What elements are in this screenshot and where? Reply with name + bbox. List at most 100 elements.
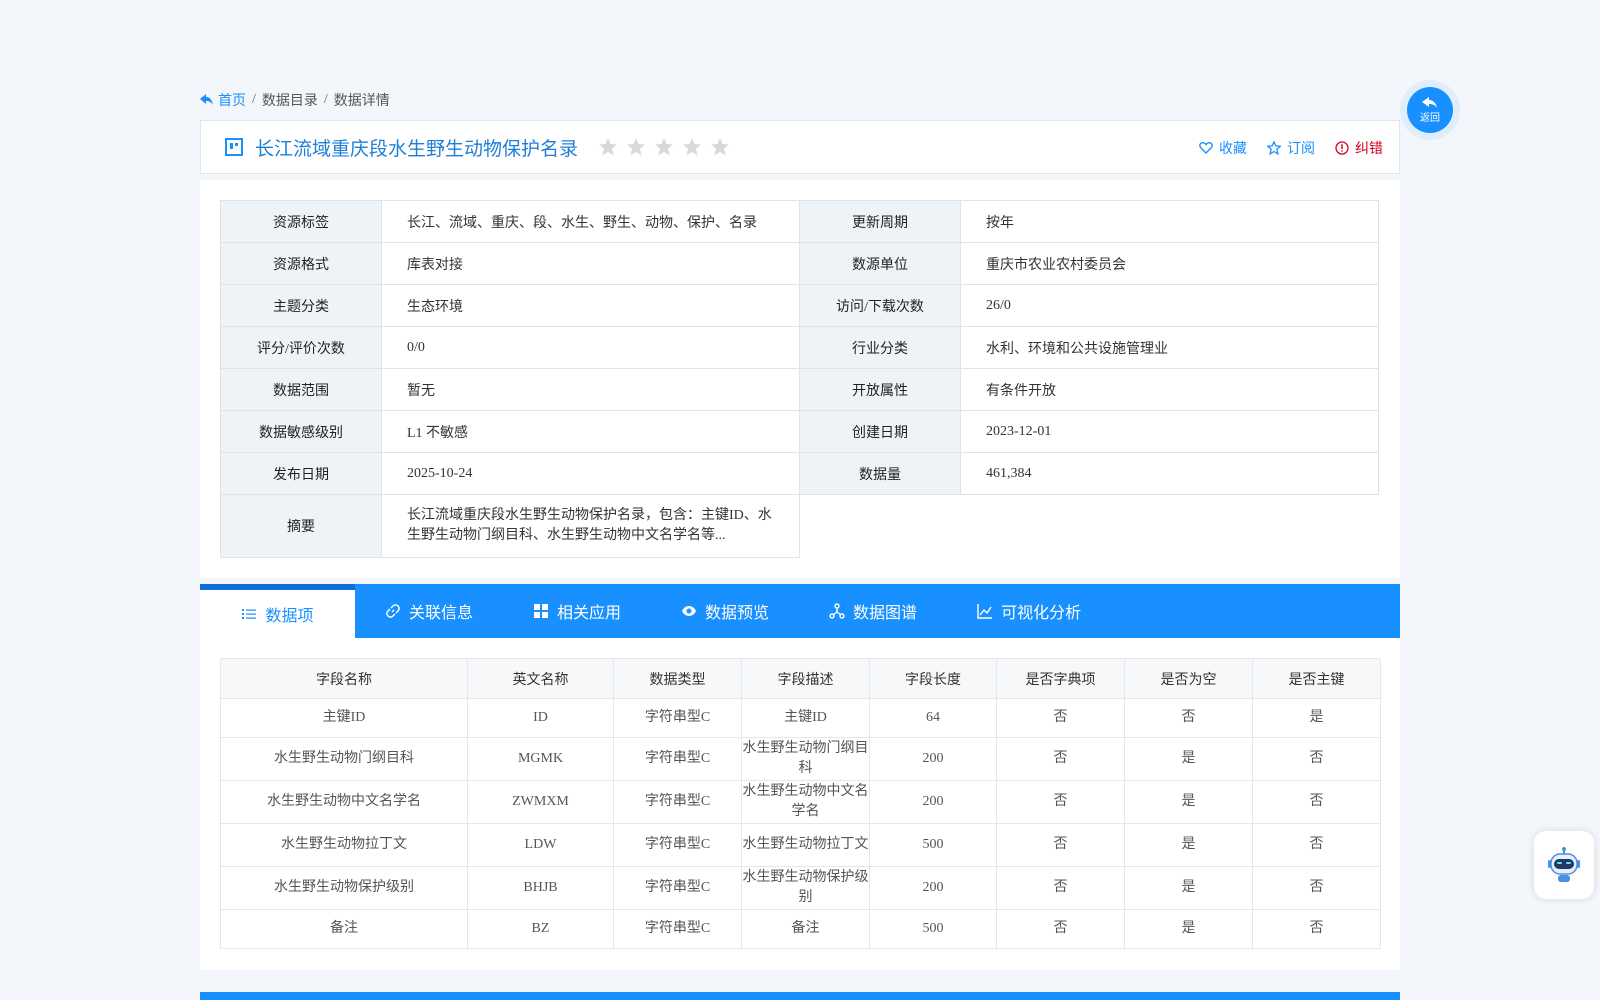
fields-table: 字段名称 英文名称 数据类型 字段描述 字段长度 是否字典项 是否为空 是否主键… [220, 658, 1381, 949]
table-cell: 否 [996, 866, 1125, 910]
back-button-inner: 返回 [1407, 87, 1453, 133]
star-icon[interactable] [598, 137, 618, 157]
tab-visual-analysis[interactable]: 可视化分析 [947, 584, 1111, 638]
column-header: 数据类型 [613, 658, 742, 699]
favorite-button[interactable]: 收藏 [1199, 138, 1247, 158]
info-value: 26/0 [960, 284, 1379, 327]
table-cell: BHJB [467, 866, 614, 910]
robot-icon [1548, 847, 1580, 882]
table-cell: 否 [996, 909, 1125, 949]
info-value: 2025-10-24 [381, 452, 800, 495]
chat-assistant-button[interactable] [1534, 831, 1594, 899]
column-header: 字段描述 [741, 658, 870, 699]
table-cell: 是 [1124, 737, 1253, 781]
table-cell: 字符串型C [613, 866, 742, 910]
list-icon [242, 609, 257, 619]
table-cell: 200 [869, 780, 997, 824]
back-label: 返回 [1420, 112, 1440, 124]
grid-icon [534, 604, 549, 618]
table-cell: 水生野生动物保护级别 [741, 866, 870, 910]
table-cell: 否 [1252, 737, 1381, 781]
info-key: 主题分类 [220, 284, 382, 327]
info-row: 主题分类 生态环境 访问/下载次数 26/0 [220, 284, 1379, 327]
tab-bar: 数据项 关联信息 相关应用 数据预览 数据图谱 可视化分析 [200, 584, 1400, 638]
table-cell: 64 [869, 698, 997, 738]
tab-label: 关联信息 [409, 605, 474, 622]
table-cell: 字符串型C [613, 780, 742, 824]
info-key: 数据量 [799, 452, 961, 495]
info-value: 水利、环境和公共设施管理业 [960, 326, 1379, 369]
table-cell: 否 [996, 780, 1125, 824]
line-chart-icon [977, 604, 993, 619]
table-cell: 字符串型C [613, 909, 742, 949]
table-cell: 否 [1252, 866, 1381, 910]
column-header: 英文名称 [467, 658, 614, 699]
info-key: 资源标签 [220, 200, 382, 243]
abstract-key: 摘要 [220, 494, 382, 558]
info-key: 创建日期 [799, 410, 961, 453]
tab-label: 数据预览 [705, 605, 770, 622]
table-cell: LDW [467, 823, 614, 867]
table-cell: 否 [996, 698, 1125, 738]
tab-related-apps[interactable]: 相关应用 [503, 584, 651, 638]
table-cell: 水生野生动物中文名学名 [741, 780, 870, 824]
table-cell: 200 [869, 737, 997, 781]
info-value: 0/0 [381, 326, 800, 369]
column-header: 字段长度 [869, 658, 997, 699]
bottom-tab-bar [200, 992, 1400, 1000]
info-value: 有条件开放 [960, 368, 1379, 411]
info-row-abstract: 摘要 长江流域重庆段水生野生动物保护名录，包含：主键ID、水生野生动物门纲目科、… [220, 494, 1379, 558]
table-cell: 备注 [741, 909, 870, 949]
tab-data-items[interactable]: 数据项 [200, 584, 355, 638]
table-row: 水生野生动物保护级别 BHJB 字符串型C 水生野生动物保护级别 200 否 是… [220, 866, 1381, 910]
tab-data-graph[interactable]: 数据图谱 [799, 584, 947, 638]
breadcrumb-home[interactable]: 首页 [200, 90, 246, 110]
back-button[interactable]: 返回 [1400, 80, 1460, 140]
info-value: 重庆市农业农村委员会 [960, 242, 1379, 285]
table-cell: 是 [1124, 780, 1253, 824]
info-key: 访问/下载次数 [799, 284, 961, 327]
subscribe-button[interactable]: 订阅 [1267, 138, 1315, 158]
info-value: 生态环境 [381, 284, 800, 327]
star-icon[interactable] [710, 137, 730, 157]
metadata-table: 资源标签 长江、流域、重庆、段、水生、野生、动物、保护、名录 更新周期 按年 资… [220, 200, 1379, 558]
info-key: 更新周期 [799, 200, 961, 243]
table-cell: 字符串型C [613, 698, 742, 738]
table-cell: 200 [869, 866, 997, 910]
column-header: 是否字典项 [996, 658, 1125, 699]
table-cell: 水生野生动物拉丁文 [741, 823, 870, 867]
tab-label: 数据图谱 [853, 605, 918, 622]
page-title: 长江流域重庆段水生野生动物保护名录 [255, 138, 579, 160]
catalog-icon [225, 138, 243, 156]
table-cell: 否 [1124, 698, 1253, 738]
table-cell: 备注 [220, 909, 468, 949]
star-icon[interactable] [654, 137, 674, 157]
info-key: 评分/评价次数 [220, 326, 382, 369]
star-icon[interactable] [626, 137, 646, 157]
info-value: 2023-12-01 [960, 410, 1379, 453]
report-error-label: 纠错 [1355, 142, 1383, 157]
heart-icon [1199, 141, 1213, 154]
rating-stars[interactable] [598, 137, 730, 157]
breadcrumb-current: 数据详情 [333, 94, 390, 109]
star-icon[interactable] [682, 137, 702, 157]
table-row: 主键ID ID 字符串型C 主键ID 64 否 否 是 [220, 698, 1381, 738]
table-header-row: 字段名称 英文名称 数据类型 字段描述 字段长度 是否字典项 是否为空 是否主键 [220, 658, 1381, 699]
breadcrumb-catalog[interactable]: 数据目录 [262, 90, 318, 110]
title-bar: 长江流域重庆段水生野生动物保护名录 收藏 订阅 纠错 [200, 120, 1400, 174]
info-row: 评分/评价次数 0/0 行业分类 水利、环境和公共设施管理业 [220, 326, 1379, 369]
tab-data-preview[interactable]: 数据预览 [651, 584, 799, 638]
table-cell: 否 [1252, 909, 1381, 949]
back-arrow-icon [1422, 96, 1437, 108]
table-cell: 是 [1124, 866, 1253, 910]
tab-label: 相关应用 [557, 605, 622, 622]
breadcrumb: 首页 / 数据目录 / 数据详情 [200, 90, 390, 110]
info-key: 数据范围 [220, 368, 382, 411]
tab-related-info[interactable]: 关联信息 [355, 584, 503, 638]
table-cell: 是 [1252, 698, 1381, 738]
column-header: 是否主键 [1252, 658, 1381, 699]
fields-panel: 字段名称 英文名称 数据类型 字段描述 字段长度 是否字典项 是否为空 是否主键… [200, 638, 1400, 970]
info-key: 发布日期 [220, 452, 382, 495]
report-error-button[interactable]: 纠错 [1335, 138, 1383, 158]
column-header: 字段名称 [220, 658, 468, 699]
